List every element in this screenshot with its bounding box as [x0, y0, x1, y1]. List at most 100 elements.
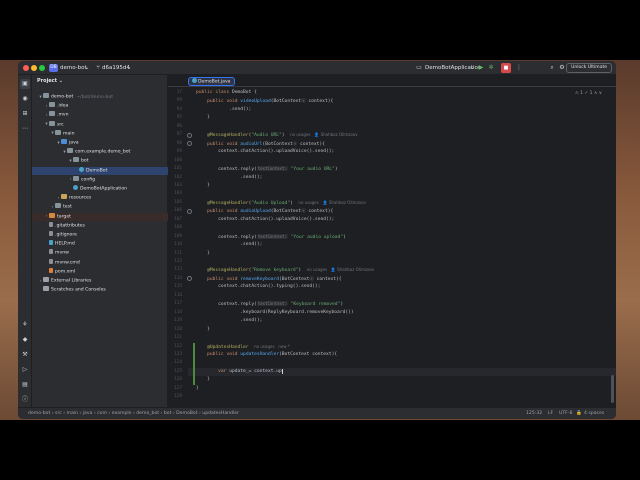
line-number[interactable]: 103: [168, 182, 182, 190]
tree-item[interactable]: › target: [32, 212, 168, 221]
line-number[interactable]: 95: [168, 114, 182, 122]
tree-item[interactable]: ▾ java: [32, 139, 168, 147]
line-number[interactable]: 111: [168, 250, 182, 258]
tree-item[interactable]: › resources: [32, 194, 168, 202]
line-number[interactable]: 117: [168, 300, 182, 308]
line-number[interactable]: 101: [168, 165, 182, 173]
code-line[interactable]: .send();: [196, 241, 262, 249]
line-number[interactable]: 106: [168, 207, 182, 215]
more-tools-icon[interactable]: ⋯: [20, 124, 30, 134]
line-number[interactable]: 114: [168, 275, 182, 283]
tree-item[interactable]: › External Libraries: [32, 277, 168, 285]
zoom-window-button[interactable]: [39, 65, 45, 71]
line-number[interactable]: 100: [168, 157, 182, 165]
gutter-implement-icon[interactable]: [187, 132, 192, 138]
line-number[interactable]: 99: [168, 97, 182, 105]
code-line[interactable]: }: [196, 182, 210, 190]
code-line[interactable]: .keyboard(ReplyKeyboard.removeKeyboard()…: [196, 309, 353, 317]
tree-item[interactable]: Scratches and Consoles: [32, 286, 168, 294]
tree-item[interactable]: mvnw.cmd: [32, 258, 168, 267]
tree-item[interactable]: ▾ demo-bot ~/bot/demo-bot: [32, 93, 168, 101]
tree-item[interactable]: › test: [32, 203, 168, 211]
line-number[interactable]: 124: [168, 359, 182, 367]
code-line[interactable]: context.chatAction().typing().send();: [196, 283, 320, 291]
code-line[interactable]: }: [196, 385, 199, 393]
line-number[interactable]: 94: [168, 106, 182, 114]
line-number[interactable]: 126: [168, 376, 182, 384]
stop-button[interactable]: ■: [501, 63, 511, 73]
tree-item[interactable]: HELP.md: [32, 240, 168, 248]
code-line[interactable]: public class DemoBot {: [196, 89, 257, 97]
line-number[interactable]: 125: [168, 368, 182, 376]
tree-item[interactable]: › config: [32, 175, 168, 184]
code-line[interactable]: }: [196, 250, 210, 258]
tree-item[interactable]: ▾ main: [32, 129, 168, 138]
tree-item[interactable]: › .idea: [32, 102, 168, 110]
code-line[interactable]: .send();: [196, 317, 262, 325]
code-line[interactable]: }: [196, 114, 210, 122]
code-line[interactable]: }: [196, 376, 210, 384]
terminal-icon[interactable]: ▤: [20, 380, 30, 390]
tree-item[interactable]: DemoBotApplication: [32, 185, 168, 193]
indent-setting[interactable]: 4 spaces: [584, 408, 604, 419]
tree-item[interactable]: mvnw: [32, 249, 168, 257]
project-panel-title[interactable]: Project ⌄: [37, 78, 63, 85]
close-window-button[interactable]: [23, 65, 29, 71]
line-number[interactable]: 96: [168, 123, 182, 131]
line-number[interactable]: 112: [168, 258, 182, 266]
tree-item[interactable]: › .mvn: [32, 111, 168, 119]
tree-item[interactable]: ▾ com.example.demo_bot: [32, 148, 168, 156]
line-number[interactable]: 99: [168, 148, 182, 156]
tree-item[interactable]: ▾ bot: [32, 157, 168, 165]
more-actions-icon[interactable]: ⋮: [515, 64, 523, 72]
debug-icon[interactable]: ✲: [487, 64, 495, 72]
build-icon[interactable]: ⚒: [20, 350, 30, 360]
code-line[interactable]: }: [196, 326, 210, 334]
tree-item[interactable]: .gitattributes: [32, 221, 168, 230]
tree-item[interactable]: ▾ src: [32, 120, 168, 129]
minimize-window-button[interactable]: [31, 65, 37, 71]
gutter-implement-icon[interactable]: [187, 208, 192, 214]
code-line[interactable]: context.chatAction().uploadVoice().send(…: [196, 216, 334, 224]
line-number[interactable]: 120: [168, 326, 182, 334]
code-editor[interactable]: 17 public class DemoBot {99 public void v…: [168, 89, 616, 407]
line-number[interactable]: 123: [168, 351, 182, 359]
line-number[interactable]: 109: [168, 233, 182, 241]
run-tool-icon[interactable]: ▷: [20, 365, 30, 375]
file-encoding[interactable]: UTF-8: [559, 408, 572, 419]
commit-tool-icon[interactable]: ◉: [20, 94, 30, 104]
run-icon[interactable]: ▶: [477, 64, 485, 72]
settings-icon[interactable]: ⚙: [558, 64, 566, 72]
code-line[interactable]: var update_= context.up: [196, 368, 284, 376]
search-everywhere-icon[interactable]: ⌕: [548, 64, 556, 72]
caret-position[interactable]: 125:32: [526, 408, 542, 419]
code-line[interactable]: context.chatAction().uploadVoice().send(…: [196, 148, 334, 156]
tab-demobot-java[interactable]: DemoBot.java: [188, 77, 235, 86]
plugins-icon[interactable]: ⚘: [20, 320, 30, 330]
gutter-implement-icon[interactable]: [187, 141, 192, 147]
line-number[interactable]: 121: [168, 334, 182, 342]
editor-scrollbar[interactable]: [611, 375, 614, 403]
line-number[interactable]: 107: [168, 216, 182, 224]
line-number[interactable]: 122: [168, 343, 182, 351]
lock-icon[interactable]: 🔒: [576, 408, 582, 419]
line-number[interactable]: 118: [168, 309, 182, 317]
line-number[interactable]: 116: [168, 292, 182, 300]
line-number[interactable]: 113: [168, 266, 182, 274]
line-separator[interactable]: LF: [548, 408, 553, 419]
unlock-ultimate-button[interactable]: Unlock Ultimate: [566, 63, 612, 73]
problems-icon[interactable]: ⓘ: [20, 395, 30, 405]
tree-item[interactable]: DemoBot: [32, 166, 168, 175]
structure-tool-icon[interactable]: ⊞: [20, 109, 30, 119]
bookmarks-icon[interactable]: ◆: [20, 335, 30, 345]
tree-item[interactable]: pom.xml: [32, 267, 168, 276]
line-number[interactable]: 119: [168, 317, 182, 325]
line-number[interactable]: 97: [168, 131, 182, 139]
line-number[interactable]: 98: [168, 140, 182, 148]
tree-item[interactable]: .gitignore: [32, 231, 168, 239]
line-number[interactable]: 104: [168, 190, 182, 198]
line-number[interactable]: 115: [168, 283, 182, 291]
code-line[interactable]: .send();: [196, 174, 262, 182]
line-number[interactable]: 102: [168, 174, 182, 182]
line-number[interactable]: 127: [168, 385, 182, 393]
